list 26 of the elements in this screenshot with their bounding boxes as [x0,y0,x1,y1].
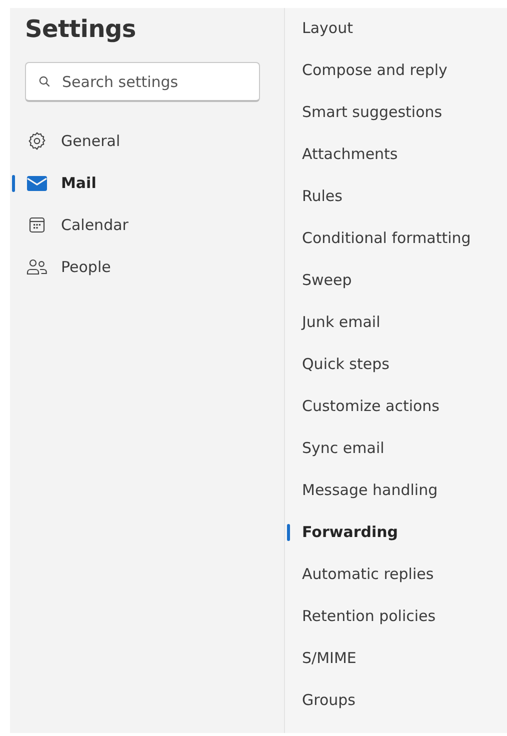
category-item[interactable]: General [25,120,284,162]
subsection-item[interactable]: Attachments [285,134,507,176]
search-field[interactable]: Search settings [25,62,260,102]
subsection-item[interactable]: Automatic replies [285,554,507,596]
subsection-item[interactable]: Forwarding [285,512,507,554]
settings-title: Settings [25,14,137,45]
subsection-item[interactable]: Rules [285,176,507,218]
category-item[interactable]: People [25,246,284,288]
mail-icon [26,174,48,192]
subsection-item[interactable]: Message handling [285,470,507,512]
subsection-item[interactable]: Smart suggestions [285,92,507,134]
subsection-item[interactable]: Groups [285,680,507,722]
subsection-item[interactable]: S/MIME [285,638,507,680]
subsection-item[interactable]: Compose and reply [285,50,507,92]
subsection-item[interactable]: Customize actions [285,386,507,428]
subsection-item[interactable]: Retention policies [285,596,507,638]
subsection-item[interactable]: Sweep [285,260,507,302]
subsection-item[interactable]: Sync email [285,428,507,470]
gear-icon [27,131,47,151]
subsection-item[interactable]: Conditional formatting [285,218,507,260]
subsection-item[interactable]: Junk email [285,302,507,344]
subsection-item[interactable]: Layout [285,8,507,50]
people-icon [26,257,48,277]
subsection-item[interactable]: Quick steps [285,344,507,386]
category-item[interactable]: Calendar [25,204,284,246]
calendar-icon [27,215,47,235]
